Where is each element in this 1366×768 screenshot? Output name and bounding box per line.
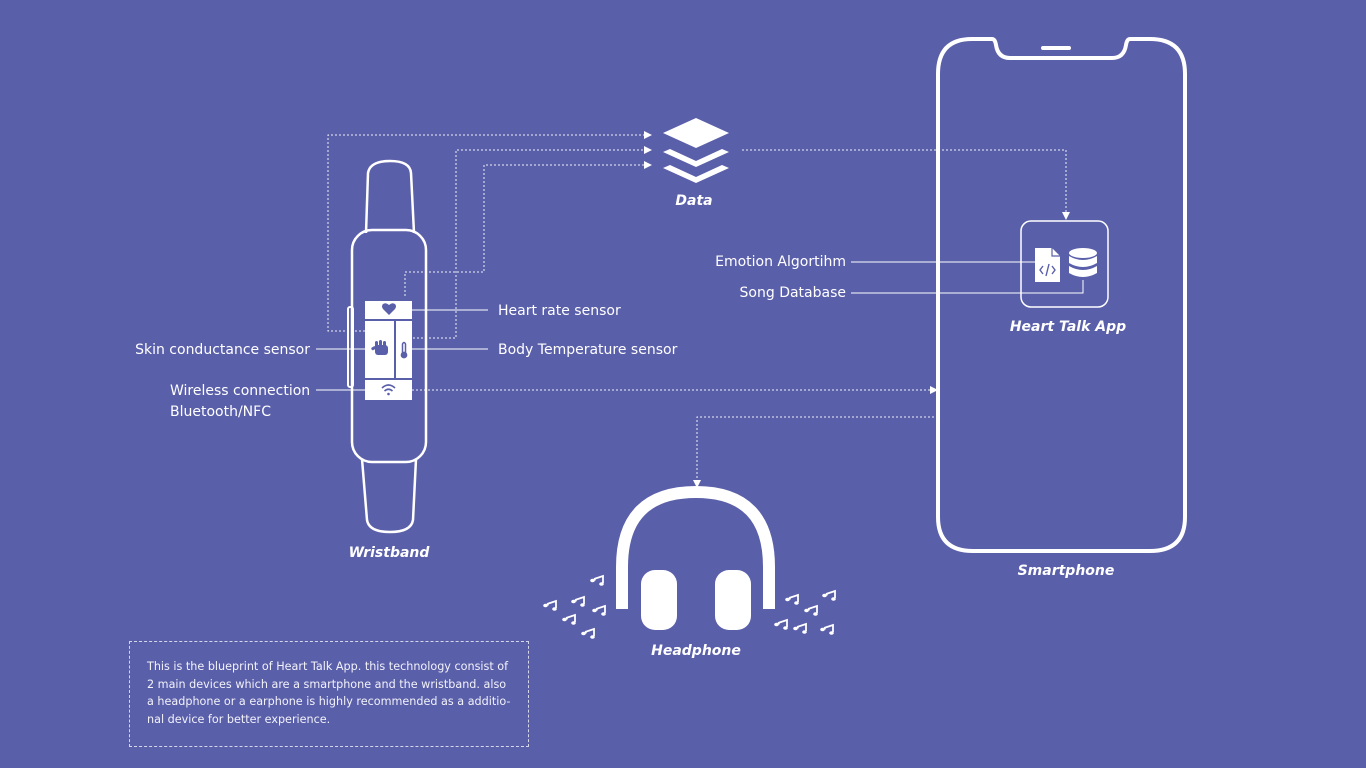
heart-talk-app-label: Heart Talk App <box>1010 319 1126 335</box>
database-icon <box>1069 248 1097 277</box>
description-line-3: a headphone or a earphone is highly reco… <box>147 695 511 708</box>
phone-speaker <box>1041 46 1071 50</box>
wristband-label: Wristband <box>349 545 431 561</box>
headphone-label: Headphone <box>651 643 741 659</box>
emotion-algorithm-label: Emotion Algortihm <box>715 254 846 270</box>
wristband-lower-strap <box>360 458 418 534</box>
arrowheads <box>644 131 1070 488</box>
code-file-icon <box>1035 248 1060 282</box>
data-label: Data <box>675 193 712 209</box>
description-box: This is the blueprint of Heart Talk App.… <box>129 641 529 747</box>
smartphone-outline <box>936 37 1187 553</box>
music-note-icon-group-left <box>542 575 607 640</box>
body-temperature-sensor-label: Body Temperature sensor <box>498 342 678 358</box>
song-database-label: Song Database <box>740 285 846 301</box>
description-line-1: This is the blueprint of Heart Talk App.… <box>147 660 509 673</box>
headphone-icon <box>616 485 775 630</box>
wireless-connection-label: Wireless connection <box>170 383 310 399</box>
bluetooth-nfc-label: Bluetooth/NFC <box>170 404 271 420</box>
smartphone-label: Smartphone <box>1018 563 1115 579</box>
connector-data-to-app <box>742 149 1067 212</box>
stacked-layers-icon <box>663 118 729 183</box>
description-line-4: nal device for better experience. <box>147 712 331 726</box>
skin-conductance-sensor-label: Skin conductance sensor <box>135 342 310 358</box>
connector-phone-to-headphone <box>696 416 938 480</box>
connector-lines <box>327 134 1067 480</box>
connector-heart-to-data <box>404 164 644 296</box>
music-note-icon-group-right <box>773 590 837 636</box>
wristband-upper-strap <box>364 159 416 234</box>
wristband-side-button <box>347 306 354 388</box>
description-line-2: 2 main devices which are a smartphone an… <box>147 677 507 691</box>
heart-rate-sensor-label: Heart rate sensor <box>498 303 621 319</box>
